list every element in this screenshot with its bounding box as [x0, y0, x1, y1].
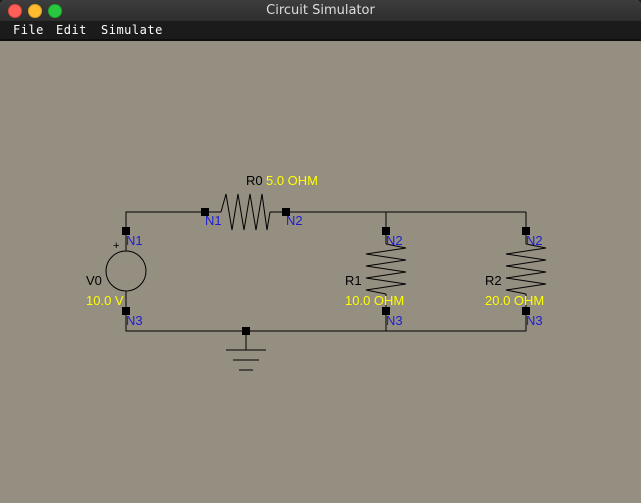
node-marker-ground[interactable] — [242, 327, 250, 335]
app-window: Circuit Simulator File Edit Simulate R0 … — [0, 0, 641, 503]
node-label-v0-bottom[interactable]: N3 — [126, 313, 143, 328]
node-label-r1-top[interactable]: N2 — [386, 233, 403, 248]
resistor-r1-zigzag[interactable] — [365, 243, 407, 295]
wire-bottom[interactable] — [125, 311, 527, 332]
node-label-r0-right[interactable]: N2 — [286, 213, 303, 228]
v0-value[interactable]: 10.0 V — [86, 293, 124, 308]
resistor-r0-zigzag[interactable] — [220, 193, 271, 231]
resistor-r2-zigzag[interactable] — [505, 243, 547, 295]
node-label-r2-top[interactable]: N2 — [526, 233, 543, 248]
wire-top-left[interactable] — [125, 211, 205, 231]
r1-value[interactable]: 10.0 OHM — [345, 293, 404, 308]
node-label-r0-left[interactable]: N1 — [205, 213, 222, 228]
r2-value[interactable]: 20.0 OHM — [485, 293, 544, 308]
v0-name[interactable]: V0 — [86, 273, 102, 288]
circuit-canvas[interactable]: R0 R1 R2 V0 + 5.0 OHM 10.0 OHM 20.0 OHM … — [0, 0, 641, 503]
r1-name[interactable]: R1 — [345, 273, 362, 288]
node-label-r2-bottom[interactable]: N3 — [526, 313, 543, 328]
r0-name[interactable]: R0 — [246, 173, 263, 188]
r2-name[interactable]: R2 — [485, 273, 502, 288]
node-label-r1-bottom[interactable]: N3 — [386, 313, 403, 328]
v0-polarity-plus[interactable]: + — [113, 240, 119, 252]
voltage-source-v0[interactable] — [105, 250, 147, 292]
node-label-v0-top[interactable]: N1 — [126, 233, 143, 248]
r0-value[interactable]: 5.0 OHM — [266, 173, 318, 188]
